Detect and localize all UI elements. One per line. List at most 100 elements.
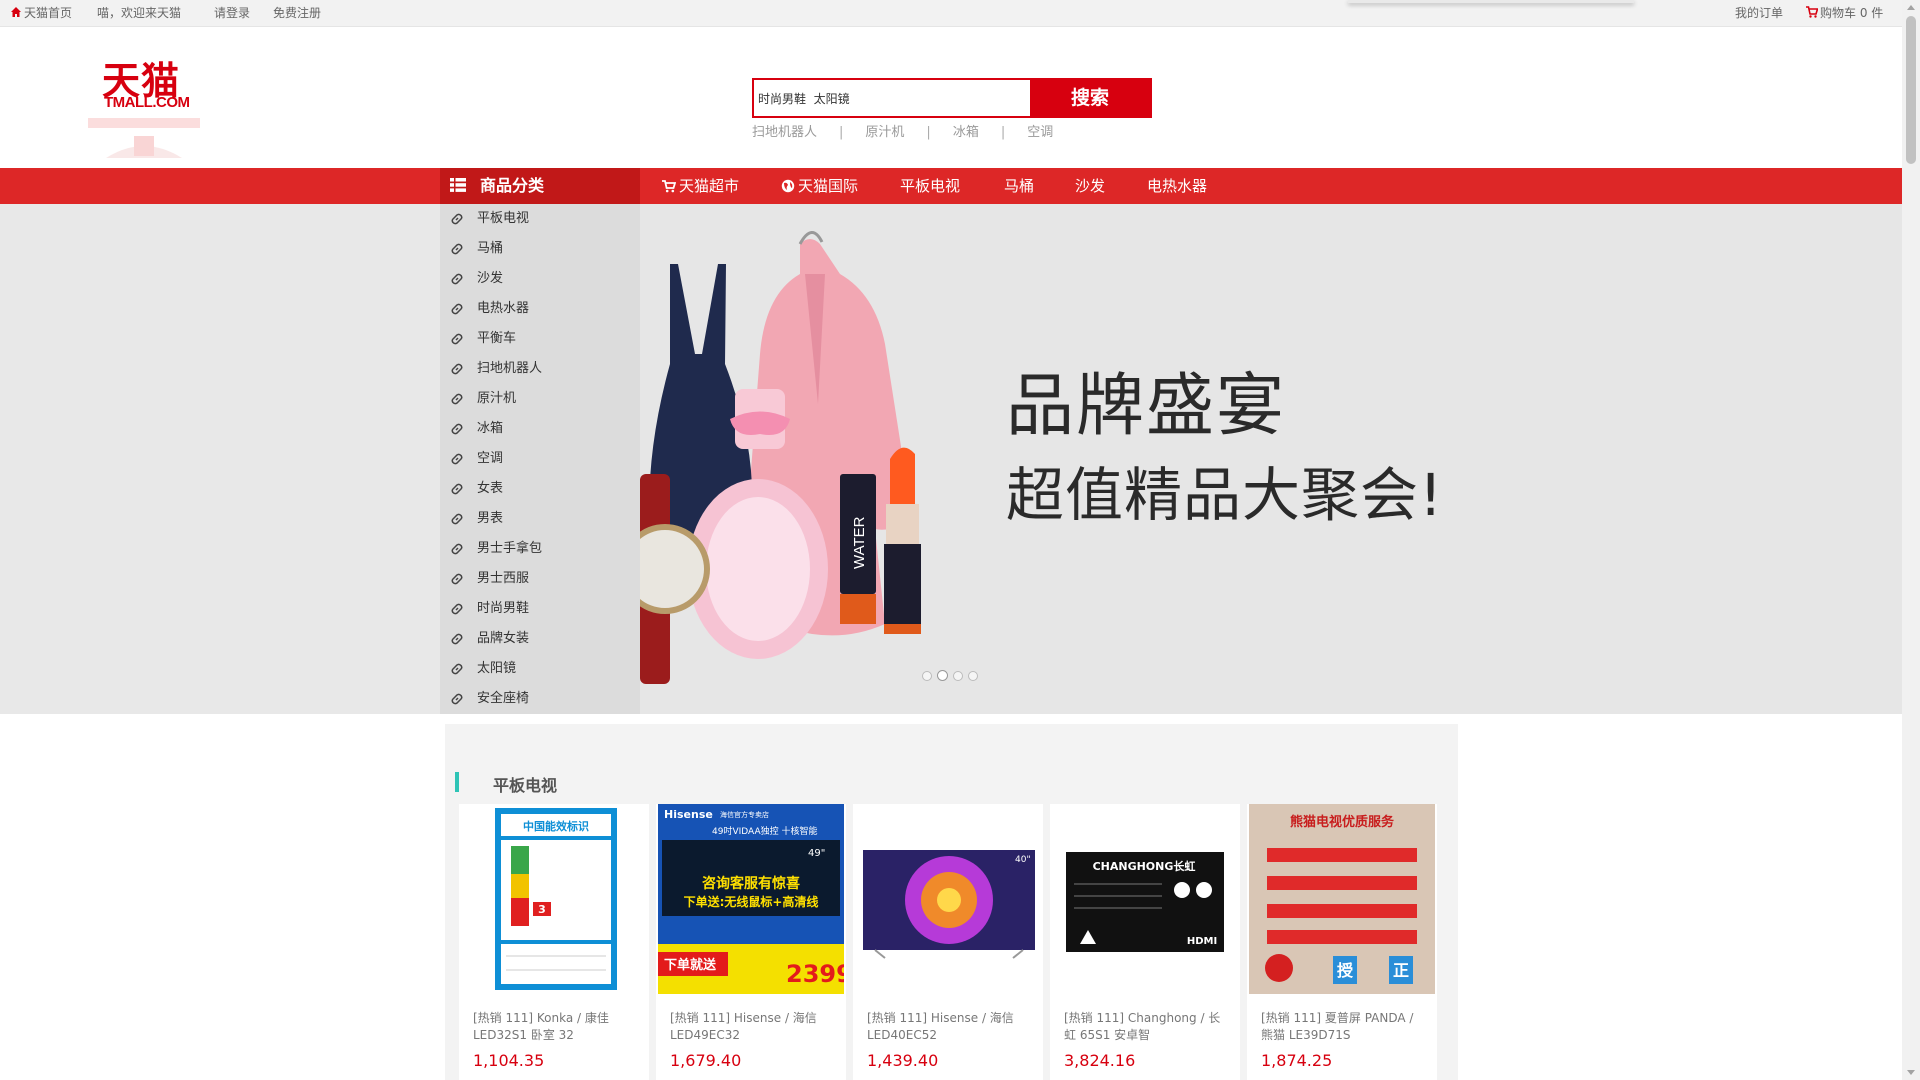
- fashion-products-image: WATER: [640, 231, 921, 684]
- sidebar-item-womens-clothing[interactable]: 品牌女装: [440, 624, 640, 654]
- top-bar: 天猫首页 喵，欢迎来天猫 请登录 免费注册 我的订单 购物车 0 件: [0, 0, 1902, 27]
- scroll-down-icon[interactable]: [1907, 1070, 1915, 1075]
- product-image: 熊猫电视优质服务 授 正: [1249, 804, 1435, 994]
- banner-headline: 品牌盛宴: [1006, 367, 1287, 446]
- login-link[interactable]: 请登录: [214, 6, 250, 20]
- search-box: 搜索: [752, 78, 1152, 118]
- product-card[interactable]: CHANGHONG长虹 HDMI [热销 111] Changhong / 长虹…: [1050, 804, 1240, 1080]
- nav-item-toilet[interactable]: 马桶: [1004, 168, 1034, 204]
- sidebar-item-water-heater[interactable]: 电热水器: [440, 294, 640, 324]
- lipstick-black-base: [840, 594, 876, 624]
- sidebar-item-label: 安全座椅: [477, 691, 530, 706]
- welcome-text: 喵，欢迎来天猫: [97, 6, 182, 20]
- scroll-thumb[interactable]: [1906, 16, 1916, 164]
- sidebar-item-flat-tv[interactable]: 平板电视: [440, 204, 640, 234]
- hot-separator: |: [926, 125, 931, 140]
- sidebar-item-aircon[interactable]: 空调: [440, 444, 640, 474]
- home-link[interactable]: 天猫首页: [10, 6, 72, 20]
- sidebar-item-womens-watch[interactable]: 女表: [440, 474, 640, 504]
- link-icon: [451, 273, 463, 285]
- logo-text-en: TMALL.COM: [104, 94, 190, 111]
- sidebar-item-mens-clutch[interactable]: 男士手拿包: [440, 534, 640, 564]
- sidebar-item-mens-shoes[interactable]: 时尚男鞋: [440, 594, 640, 624]
- cart-label: 购物车 0 件: [1820, 6, 1884, 20]
- cart-icon: [662, 180, 676, 193]
- sidebar-item-toilet[interactable]: 马桶: [440, 234, 640, 264]
- sidebar-item-robot-vacuum[interactable]: 扫地机器人: [440, 354, 640, 384]
- promo-price-text: 2399: [786, 960, 844, 988]
- sidebar-item-label: 平衡车: [477, 331, 517, 346]
- hdmi-text: HDMI: [1187, 936, 1217, 947]
- product-price: 1,439.40: [867, 1051, 939, 1070]
- sidebar-item-mens-suit[interactable]: 男士西服: [440, 564, 640, 594]
- sidebar-item-label: 男士手拿包: [477, 541, 543, 556]
- product-price: 1,874.25: [1261, 1051, 1333, 1070]
- dropdown-shadow: [1348, 0, 1634, 3]
- nav-item-tmall-supermarket[interactable]: 天猫超市: [662, 168, 739, 204]
- sidebar-item-juicer[interactable]: 原汁机: [440, 384, 640, 414]
- product-card[interactable]: 40" [热销 111] Hisense / 海信 LED40EC52 1,43…: [853, 804, 1043, 1080]
- carousel-dot[interactable]: [922, 671, 932, 681]
- promo-text-1: 咨询客服有惊喜: [702, 875, 800, 892]
- sidebar-item-label: 品牌女装: [477, 631, 530, 646]
- page-scrollbar[interactable]: [1902, 0, 1920, 1080]
- nav-item-tmall-global[interactable]: 天猫国际: [781, 168, 858, 204]
- link-icon: [451, 453, 463, 465]
- search-button[interactable]: 搜索: [1030, 80, 1150, 116]
- sidebar-item-label: 时尚男鞋: [477, 601, 530, 616]
- sidebar-item-sofa[interactable]: 沙发: [440, 264, 640, 294]
- genuine-badge-text: 正: [1393, 961, 1409, 980]
- hisense-brand-text: Hisense: [664, 808, 713, 821]
- nav-label: 天猫国际: [798, 177, 859, 195]
- hot-link[interactable]: 扫地机器人: [752, 121, 817, 140]
- link-icon: [451, 393, 463, 405]
- sidebar-item-sunglasses[interactable]: 太阳镜: [440, 654, 640, 684]
- lipstick-orange-base: [884, 624, 921, 634]
- link-icon: [451, 663, 463, 675]
- product-image: CHANGHONG长虹 HDMI: [1066, 852, 1224, 952]
- my-orders-link[interactable]: 我的订单: [1735, 6, 1783, 20]
- sidebar-item-mens-watch[interactable]: 男表: [440, 504, 640, 534]
- energy-label-title: 中国能效标识: [523, 819, 589, 833]
- product-name: [热销 111] 夏普屏 PANDA / 熊猫 LE39D71S: [1261, 1011, 1414, 1042]
- carousel-dot[interactable]: [968, 671, 978, 681]
- register-link[interactable]: 免费注册: [273, 6, 321, 20]
- authorized-badge-text: 授: [1337, 961, 1354, 980]
- sidebar-item-label: 马桶: [477, 241, 504, 256]
- sidebar-item-fridge[interactable]: 冰箱: [440, 414, 640, 444]
- sidebar-item-label: 平板电视: [477, 211, 530, 226]
- carousel-dot[interactable]: [953, 671, 963, 681]
- cart-link[interactable]: 购物车 0 件: [1806, 6, 1883, 20]
- product-card[interactable]: 熊猫电视优质服务 授 正 [热销 111] 夏普屏 PANDA / 熊猫 LE3…: [1247, 804, 1437, 1080]
- link-icon: [451, 423, 463, 435]
- promo-text-3: 下单就送: [664, 957, 717, 973]
- link-icon: [451, 573, 463, 585]
- nav-item-water-heater[interactable]: 电热水器: [1147, 168, 1207, 204]
- nav-label: 天猫超市: [679, 177, 740, 195]
- nav-item-flat-tv[interactable]: 平板电视: [900, 168, 960, 204]
- sidebar-item-label: 扫地机器人: [477, 361, 543, 376]
- product-image: Hisense 海信官方专卖店 49吋VIDAA独控 十核智能 49" 咨询客服…: [658, 804, 844, 994]
- tmall-logo[interactable]: 天猫 TMALL.COM: [86, 50, 204, 160]
- sidebar-item-balance-car[interactable]: 平衡车: [440, 324, 640, 354]
- sidebar-item-label: 男表: [477, 511, 504, 526]
- nav-item-sofa[interactable]: 沙发: [1075, 168, 1105, 204]
- hot-link[interactable]: 空调: [1027, 121, 1053, 140]
- hisense-store-text: 海信官方专卖店: [720, 810, 769, 819]
- sidebar-item-label: 空调: [477, 451, 504, 466]
- search-input[interactable]: [756, 83, 1030, 113]
- hot-link[interactable]: 冰箱: [953, 121, 979, 140]
- sidebar-item-label: 电热水器: [477, 301, 530, 316]
- carousel-dot-active[interactable]: [937, 670, 948, 681]
- product-card[interactable]: 中国能效标识 3 [热销 111] Konka / 康佳 LED32S1 卧室 …: [459, 804, 649, 1080]
- category-menu-button[interactable]: 商品分类: [440, 168, 640, 204]
- category-menu-label: 商品分类: [480, 176, 545, 195]
- promo-banner[interactable]: WATER 品牌盛宴 超值精品大聚会!: [640, 204, 1902, 714]
- scroll-up-icon[interactable]: [1907, 5, 1915, 10]
- sidebar-item-label: 男士西服: [477, 571, 530, 586]
- sidebar-item-car-seat[interactable]: 安全座椅: [440, 684, 640, 714]
- hot-link[interactable]: 原汁机: [865, 121, 904, 140]
- product-price: 3,824.16: [1064, 1051, 1136, 1070]
- home-link-label: 天猫首页: [24, 6, 73, 20]
- product-card[interactable]: Hisense 海信官方专卖店 49吋VIDAA独控 十核智能 49" 咨询客服…: [656, 804, 846, 1080]
